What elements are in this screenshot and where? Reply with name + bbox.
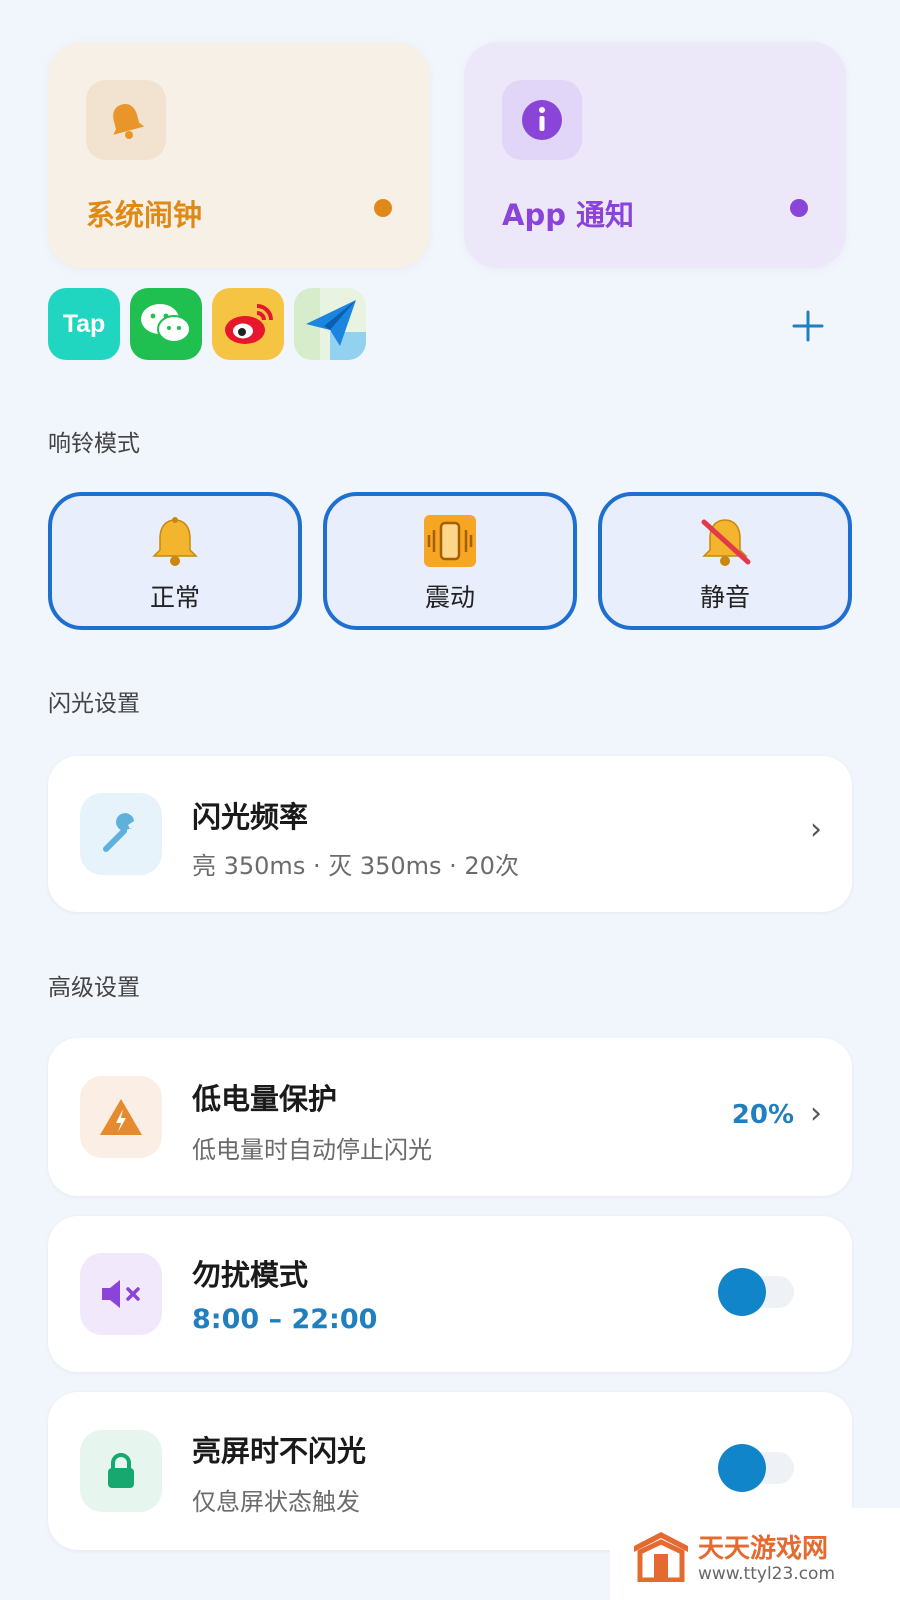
mode-normal-button[interactable]: 正常 xyxy=(48,492,302,630)
row-title: 亮屏时不闪光 xyxy=(192,1434,367,1468)
toggle-knob xyxy=(718,1268,766,1316)
status-dot xyxy=(374,199,392,217)
watermark-logo-icon xyxy=(634,1532,688,1582)
info-icon xyxy=(502,80,582,160)
row-subtitle: 低电量时自动停止闪光 xyxy=(192,1136,432,1164)
mode-label: 静音 xyxy=(699,583,750,612)
screen-on-toggle[interactable] xyxy=(718,1444,796,1492)
add-app-button[interactable] xyxy=(790,308,826,344)
app-notification-card[interactable]: App 通知 xyxy=(464,42,846,268)
mode-silent-button[interactable]: 静音 xyxy=(598,492,852,630)
paper-plane-app-icon[interactable] xyxy=(294,288,366,360)
dnd-time-range: 8:00 – 22:00 xyxy=(192,1304,378,1335)
card-title: 系统闹钟 xyxy=(86,198,203,232)
row-title: 低电量保护 xyxy=(192,1082,338,1116)
flash-frequency-row[interactable]: 闪光频率 亮 350ms · 灭 350ms · 20次 › xyxy=(48,756,852,912)
mode-label: 正常 xyxy=(149,583,200,612)
app-label: Tap xyxy=(62,309,106,338)
toggle-knob xyxy=(718,1444,766,1492)
chevron-right-icon: › xyxy=(810,812,822,847)
row-subtitle: 仅息屏状态触发 xyxy=(192,1488,360,1516)
low-battery-row[interactable]: 低电量保护 低电量时自动停止闪光 20% › xyxy=(48,1038,852,1196)
bell-icon xyxy=(86,80,166,160)
warning-icon xyxy=(80,1076,162,1158)
bell-icon xyxy=(148,514,202,568)
row-title: 闪光频率 xyxy=(192,800,309,834)
mode-label: 震动 xyxy=(424,583,475,612)
status-dot xyxy=(790,199,808,217)
taptap-app-icon[interactable]: Tap xyxy=(48,288,120,360)
wrench-icon xyxy=(80,793,162,875)
card-title: App 通知 xyxy=(502,198,635,232)
battery-threshold-value: 20% xyxy=(731,1100,794,1130)
weibo-app-icon[interactable] xyxy=(212,288,284,360)
row-subtitle: 亮 350ms · 灭 350ms · 20次 xyxy=(192,852,519,880)
dnd-toggle[interactable] xyxy=(718,1268,796,1316)
mute-speaker-icon xyxy=(80,1253,162,1335)
do-not-disturb-row[interactable]: 勿扰模式 8:00 – 22:00 xyxy=(48,1216,852,1372)
section-title-ring-mode: 响铃模式 xyxy=(48,431,140,457)
watermark-url: www.ttyl23.com xyxy=(698,1564,836,1584)
row-title: 勿扰模式 xyxy=(192,1258,309,1292)
system-alarm-card[interactable]: 系统闹钟 xyxy=(48,42,430,268)
muted-bell-icon xyxy=(698,514,752,568)
vibrate-icon xyxy=(423,514,477,568)
section-title-advanced-settings: 高级设置 xyxy=(48,975,140,1001)
watermark: 天天游戏网 www.ttyl23.com xyxy=(610,1508,900,1600)
chevron-right-icon: › xyxy=(810,1096,822,1131)
watermark-name: 天天游戏网 xyxy=(698,1534,829,1564)
wechat-app-icon[interactable] xyxy=(130,288,202,360)
lock-icon xyxy=(80,1430,162,1512)
mode-vibrate-button[interactable]: 震动 xyxy=(323,492,577,630)
section-title-flash-settings: 闪光设置 xyxy=(48,691,140,717)
